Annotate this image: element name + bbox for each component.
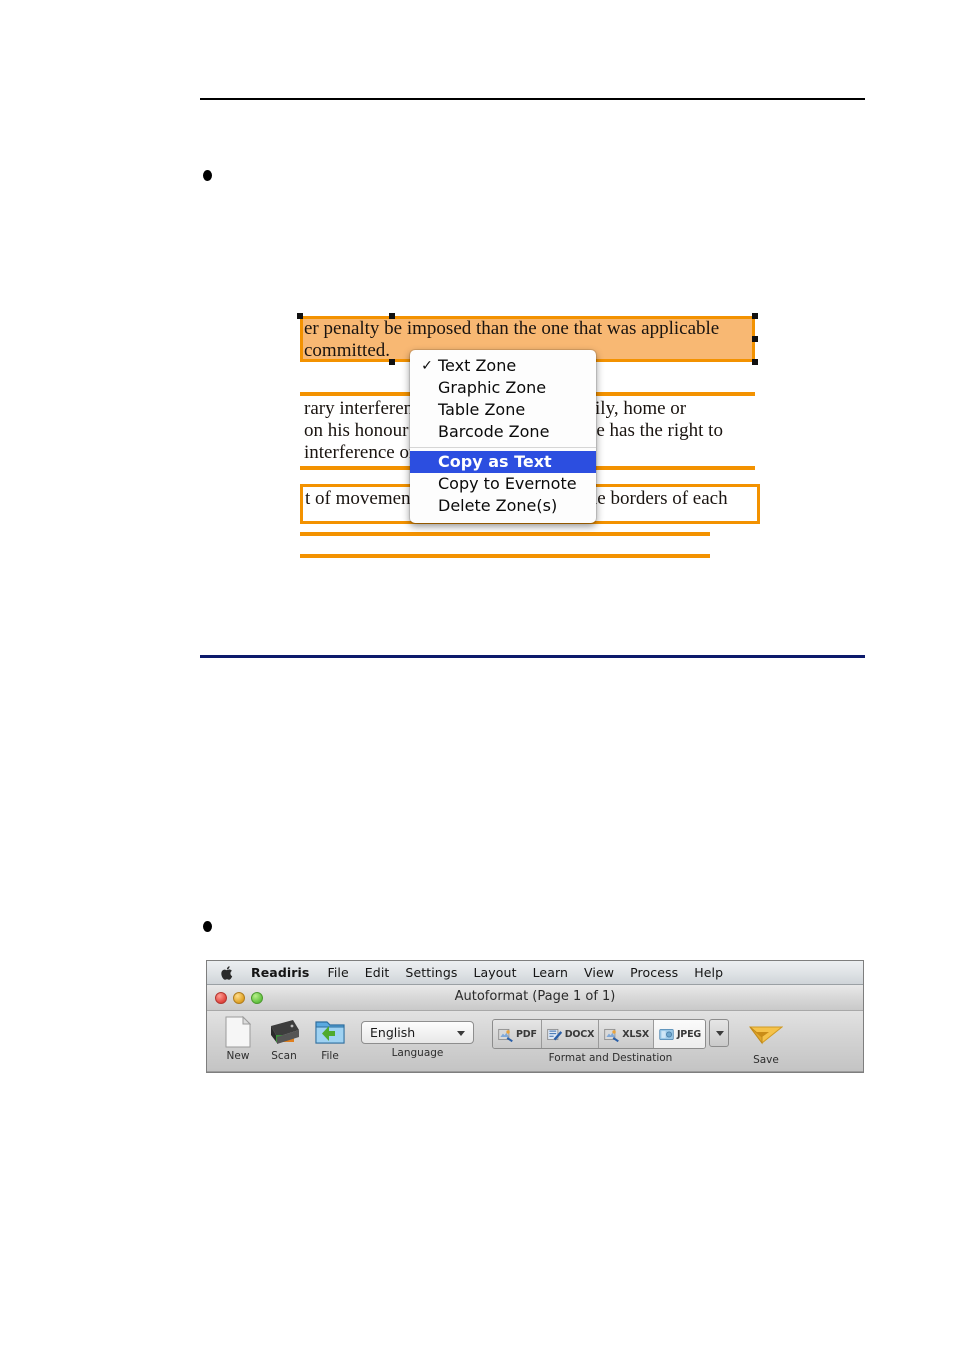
format-label-xlsx: XLSX: [622, 1028, 649, 1040]
bullet-point-2: [203, 921, 212, 932]
xlsx-icon: [604, 1028, 620, 1042]
checkmark-icon: ✓: [421, 358, 433, 374]
readiris-window: Readiris File Edit Settings Layout Learn…: [206, 960, 864, 1073]
window-title: Autoformat (Page 1 of 1): [454, 989, 616, 1004]
format-label-pdf: PDF: [516, 1028, 537, 1040]
format-label-docx: DOCX: [564, 1028, 595, 1040]
menu-item-label: Copy to Evernote: [438, 474, 577, 493]
mac-menu-bar: Readiris File Edit Settings Layout Learn…: [207, 961, 863, 985]
menu-readiris[interactable]: Readiris: [251, 965, 309, 980]
menu-item-label: Text Zone: [438, 356, 517, 375]
menu-learn[interactable]: Learn: [533, 965, 568, 980]
bullet-point-1: [203, 170, 212, 181]
open-folder-icon: [314, 1015, 346, 1049]
zone-handle-mr[interactable]: [752, 336, 758, 342]
menu-file[interactable]: File: [327, 965, 348, 980]
save-button[interactable]: Save: [743, 1019, 789, 1066]
pdf-icon: [498, 1028, 513, 1042]
format-button-xlsx[interactable]: XLSX: [599, 1020, 654, 1048]
new-button-label: New: [226, 1050, 250, 1062]
zone-handle-tr[interactable]: [752, 313, 758, 319]
menu-item-label: Table Zone: [438, 400, 526, 419]
send-paper-plane-icon: [748, 1019, 783, 1053]
menu-item-table-zone[interactable]: Table Zone: [410, 399, 596, 421]
zone-handle-bm[interactable]: [389, 359, 395, 365]
doc-line-1: er penalty be imposed than the one that …: [304, 318, 720, 339]
format-label-jpeg: JPEG: [676, 1028, 701, 1040]
top-horizontal-rule: [200, 98, 865, 100]
zone-context-menu[interactable]: ✓ Text Zone Graphic Zone Table Zone Barc…: [410, 350, 596, 523]
menu-item-graphic-zone[interactable]: Graphic Zone: [410, 377, 596, 399]
docx-icon: [547, 1028, 562, 1040]
menu-item-copy-as-text[interactable]: Copy as Text: [410, 451, 596, 473]
format-button-bar: PDF DOCX XLSX JPEG: [492, 1019, 706, 1049]
language-select[interactable]: English: [361, 1021, 474, 1044]
format-button-jpeg[interactable]: JPEG: [653, 1020, 705, 1048]
format-group-label: Format and Destination: [548, 1052, 673, 1064]
menu-item-delete-zones[interactable]: Delete Zone(s): [410, 495, 596, 517]
language-value: English: [370, 1025, 416, 1040]
apple-logo-icon[interactable]: [221, 965, 235, 981]
menu-item-label: Barcode Zone: [438, 422, 550, 441]
window-bottom-strip: [207, 1072, 863, 1073]
menu-item-text-zone[interactable]: ✓ Text Zone: [410, 355, 596, 377]
scan-button[interactable]: Scan: [261, 1015, 307, 1062]
chevron-down-icon: [457, 1031, 465, 1036]
menu-item-label: Graphic Zone: [438, 378, 547, 397]
menu-edit[interactable]: Edit: [365, 965, 390, 980]
menu-layout[interactable]: Layout: [473, 965, 516, 980]
format-button-pdf[interactable]: PDF: [493, 1020, 542, 1048]
file-button[interactable]: File: [307, 1015, 353, 1062]
menu-help[interactable]: Help: [694, 965, 723, 980]
menu-settings[interactable]: Settings: [405, 965, 457, 980]
jpeg-icon: [659, 1028, 674, 1040]
scan-button-label: Scan: [271, 1050, 297, 1062]
menu-separator: [410, 447, 596, 448]
menu-item-barcode-zone[interactable]: Barcode Zone: [410, 421, 596, 443]
menu-process[interactable]: Process: [630, 965, 678, 980]
new-document-icon: [225, 1015, 251, 1049]
doc-line-2: committed.: [304, 340, 391, 361]
mid-horizontal-rule: [200, 655, 865, 658]
format-more-button[interactable]: [708, 1019, 729, 1047]
zone-handle-tl[interactable]: [297, 313, 303, 319]
format-destination-group: PDF DOCX XLSX JPEG Format and Destinatio…: [492, 1015, 729, 1064]
save-button-label: Save: [753, 1054, 779, 1066]
window-title-bar: Autoformat (Page 1 of 1): [207, 985, 863, 1011]
zone-handle-br[interactable]: [752, 359, 758, 365]
language-group: English Language: [361, 1015, 474, 1059]
main-toolbar: New Scan File English Language PDF DOCX …: [207, 1011, 863, 1072]
scanner-icon: [267, 1015, 301, 1049]
menu-item-copy-to-evernote[interactable]: Copy to Evernote: [410, 473, 596, 495]
zone-rule-4: [300, 532, 710, 536]
chevron-down-icon: [715, 1031, 724, 1036]
file-button-label: File: [321, 1050, 339, 1062]
zone-rule-5: [300, 554, 710, 558]
new-button[interactable]: New: [215, 1015, 261, 1062]
menu-view[interactable]: View: [584, 965, 614, 980]
zone-handle-tm[interactable]: [389, 313, 395, 319]
language-group-label: Language: [391, 1047, 444, 1059]
format-button-docx[interactable]: DOCX: [541, 1020, 600, 1048]
menu-item-label: Copy as Text: [438, 452, 552, 471]
menu-item-label: Delete Zone(s): [438, 496, 558, 515]
